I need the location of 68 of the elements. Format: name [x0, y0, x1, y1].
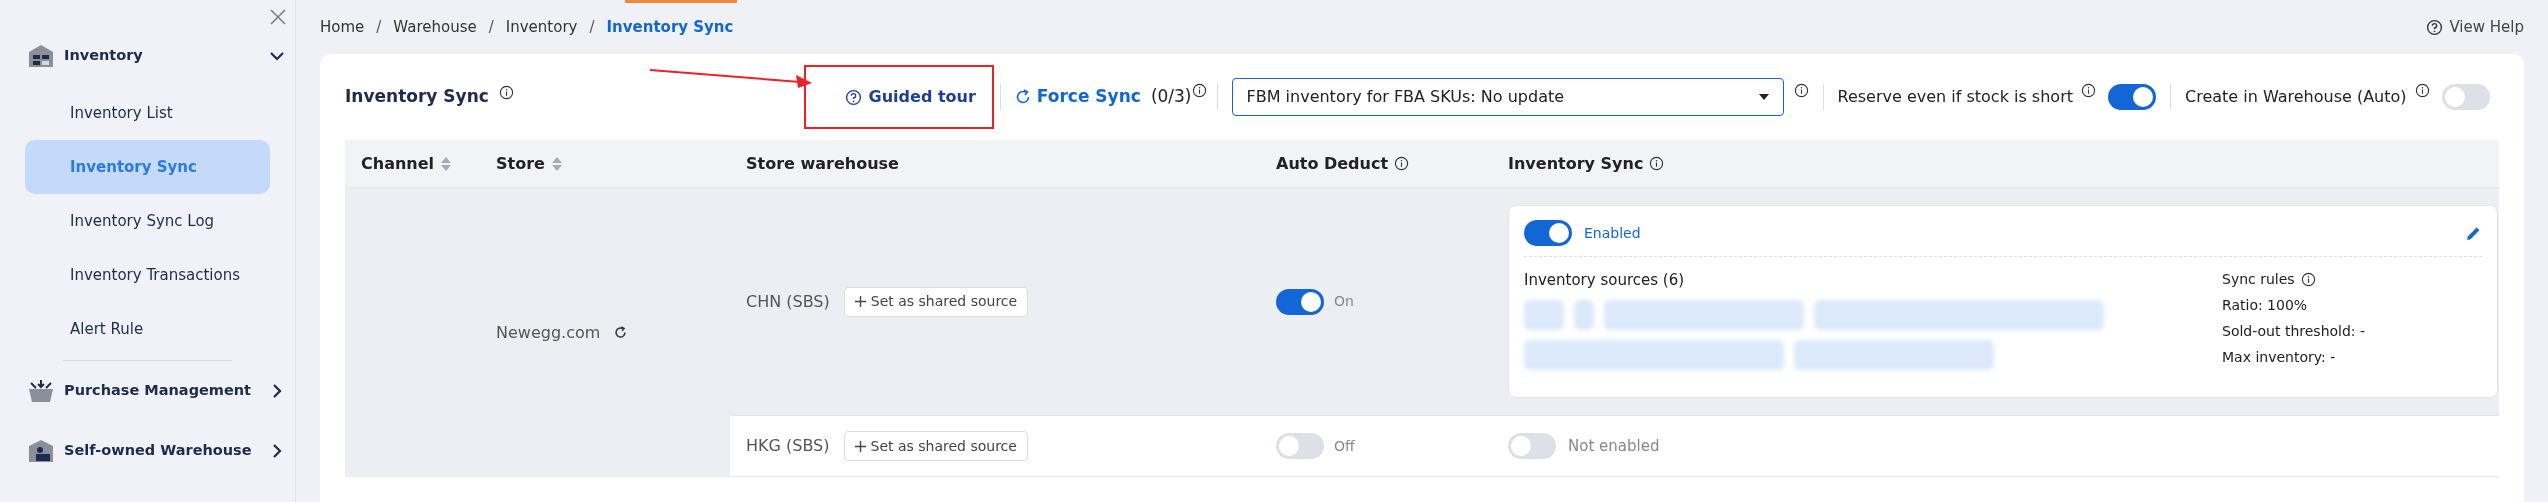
info-icon [2414, 82, 2430, 98]
help-icon [844, 88, 862, 106]
sources-label: Inventory sources (6) [1524, 270, 1686, 291]
column-title: Store warehouse [746, 152, 899, 175]
sync-rule: Sold-out threshold: - [2222, 322, 2367, 341]
set-shared-source-button[interactable]: Set as shared source [843, 286, 1029, 317]
sidebar-group[interactable]: Purchase Management [0, 361, 295, 421]
column-title: Channel [361, 152, 435, 175]
sync-rule: Max inventory: - [2222, 348, 2337, 367]
column-title: Inventory Sync [1508, 152, 1644, 175]
toggle-switch[interactable] [2108, 84, 2156, 110]
breadcrumb-separator: / [376, 16, 382, 38]
redacted-source-chip [1574, 299, 1594, 330]
sync-rules-title: Sync rules [2222, 270, 2295, 289]
sidebar-item[interactable]: Inventory Transactions [25, 248, 270, 302]
sync-rule: Ratio: 100% [2222, 296, 2309, 315]
refresh-icon [1014, 89, 1031, 105]
view-help-link[interactable]: View Help [2449, 15, 2524, 39]
warehouse-name: HKG (SBS) [746, 435, 830, 457]
toggle-switch[interactable] [1276, 288, 1324, 315]
sync-mode-select[interactable]: FBM inventory for FBA SKUs: No update [1231, 78, 1784, 116]
toggle-switch[interactable] [1508, 433, 1556, 459]
toggle-status: Enabled [1584, 223, 1641, 243]
info-icon [1191, 82, 1207, 98]
column-title: Auto Deduct [1276, 152, 1389, 175]
page-title: Inventory Sync [345, 85, 489, 109]
warehouse-name: CHN (SBS) [746, 290, 830, 313]
toggle-label: Create in Warehouse (Auto) [2185, 86, 2407, 108]
warehouse-person-icon [28, 439, 54, 463]
basket-icon [28, 379, 54, 403]
breadcrumb-link[interactable]: Inventory Sync [606, 15, 734, 39]
plus-icon [854, 440, 866, 452]
toggle-label: Reserve even if stock is short [1837, 86, 2073, 108]
sidebar-item[interactable]: Inventory List [25, 86, 270, 140]
toggle-switch[interactable] [2441, 84, 2490, 110]
toggle-status: On [1334, 292, 1354, 311]
help-icon [2426, 18, 2444, 36]
info-icon [1394, 156, 1410, 171]
guided-tour-button[interactable]: Guided tour [844, 85, 976, 109]
toggle-switch[interactable] [1276, 433, 1324, 459]
sidebar-group[interactable]: Inventory [0, 26, 295, 86]
sidebar-group[interactable]: Self-owned Warehouse [0, 421, 295, 481]
breadcrumb-link[interactable]: Warehouse [393, 15, 477, 39]
plus-icon [854, 296, 866, 307]
redacted-source-chip [1524, 299, 1564, 330]
toggle-status: Off [1334, 436, 1355, 456]
toggle-switch[interactable] [1524, 220, 1572, 246]
force-sync-button[interactable]: Force Sync [1014, 84, 1141, 110]
breadcrumb-link[interactable]: Inventory [505, 15, 578, 39]
warehouse-icon [28, 44, 54, 68]
sidebar-item[interactable]: Alert Rule [25, 302, 270, 356]
dropdown-caret-icon [1758, 94, 1769, 100]
refresh-icon[interactable] [614, 326, 628, 339]
set-shared-source-button[interactable]: Set as shared source [843, 431, 1028, 461]
breadcrumb-separator: / [589, 16, 595, 38]
sync-count: (0/3) [1150, 85, 1192, 109]
breadcrumb-link[interactable]: Home [320, 15, 365, 39]
info-icon [1649, 156, 1665, 171]
column-title: Store [496, 152, 545, 175]
toggle-status: Not enabled [1568, 435, 1660, 457]
info-icon [2081, 82, 2096, 98]
sidebar-item[interactable]: Inventory Sync Log [25, 194, 270, 248]
close-icon[interactable] [269, 8, 287, 26]
info-icon [1793, 82, 1809, 98]
info-icon [498, 84, 514, 100]
breadcrumb-separator: / [488, 16, 494, 38]
store-name: Newegg.com [496, 321, 601, 344]
info-icon [2300, 272, 2316, 287]
